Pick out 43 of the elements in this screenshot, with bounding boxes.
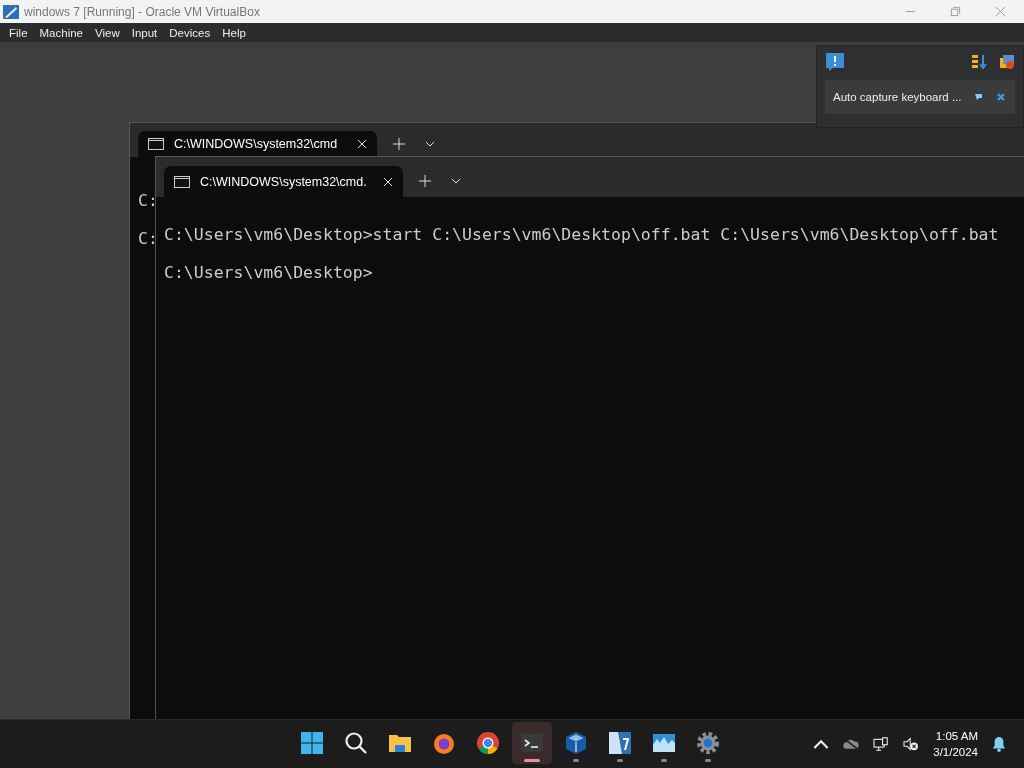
tab-title: C:\WINDOWS\system32\cmd. — [200, 174, 367, 189]
tab-title: C:\WINDOWS\system32\cmd — [174, 137, 338, 151]
sort-icon[interactable] — [971, 54, 987, 70]
app-icon — [2, 2, 20, 21]
folder-icon[interactable] — [999, 54, 1015, 70]
muted-speaker-icon[interactable] — [903, 737, 920, 751]
terminal-icon — [520, 731, 544, 755]
console-line: C: — [138, 229, 158, 248]
menu-item[interactable]: File — [4, 26, 33, 39]
window-icon — [608, 731, 632, 755]
console-line: C: — [138, 191, 158, 210]
bell-icon[interactable] — [992, 736, 1006, 752]
browser-icon — [476, 731, 500, 755]
terminal-tab[interactable]: C:\WINDOWS\system32\cmd — [138, 131, 377, 157]
clock-date[interactable]: 3/1/2024 — [933, 744, 978, 760]
chart-icon — [652, 731, 676, 755]
menu-item[interactable]: View — [90, 26, 125, 39]
menu-item[interactable]: Devices — [164, 26, 216, 39]
new-tab-icon[interactable] — [393, 138, 405, 150]
terminal-tab[interactable]: C:\WINDOWS\system32\cmd. — [164, 166, 403, 197]
message-icon[interactable] — [825, 52, 845, 72]
clock-time[interactable]: 1:05 AM — [935, 728, 978, 744]
console-icon — [174, 175, 190, 188]
network-icon[interactable] — [873, 737, 890, 751]
console-line: C:\Users\vm6\Desktop> — [164, 263, 374, 282]
menu-item[interactable]: Help — [217, 26, 251, 39]
chevron-up-icon[interactable] — [813, 737, 830, 751]
menu-item[interactable]: Input — [126, 26, 163, 39]
notification-text: Auto capture keyboard ... — [833, 91, 962, 103]
dropdown-icon[interactable] — [451, 178, 461, 184]
console-line: C:\Users\vm6\Desktop>start C:\Users\vm6\Desktop\off.bat C:\Users\vm6\Desktop\off.bat — [164, 225, 1000, 244]
console-icon — [148, 138, 164, 150]
menu-item[interactable]: Machine — [34, 26, 88, 39]
windows-icon — [300, 731, 324, 755]
cube-icon — [564, 731, 588, 755]
new-tab-icon[interactable] — [419, 175, 431, 187]
search-icon — [344, 731, 368, 755]
settings-icon — [696, 731, 720, 755]
dropdown-icon[interactable] — [425, 141, 435, 147]
browser-icon — [432, 731, 456, 755]
taskbar-button[interactable] — [512, 722, 552, 764]
window-title: windows 7 [Running] - Oracle VM VirtualBox — [24, 4, 260, 19]
cloud-icon[interactable] — [843, 737, 860, 751]
